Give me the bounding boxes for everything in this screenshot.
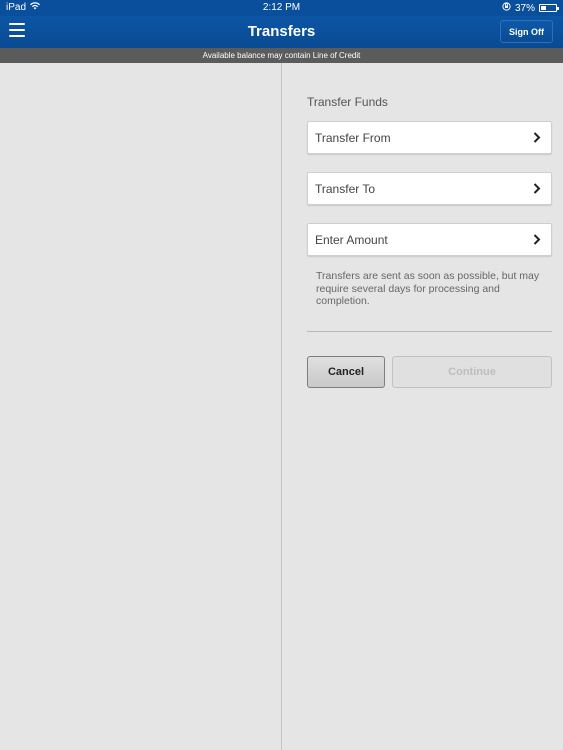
- transfer-to-row[interactable]: Transfer To: [307, 172, 552, 205]
- transfer-from-row[interactable]: Transfer From: [307, 121, 552, 154]
- section-title: Transfer Funds: [307, 95, 388, 109]
- enter-amount-row[interactable]: Enter Amount: [307, 223, 552, 256]
- sign-off-button[interactable]: Sign Off: [500, 20, 553, 43]
- transfer-from-label: Transfer From: [315, 130, 391, 145]
- page-title: Transfers: [247, 23, 316, 40]
- divider: [307, 331, 552, 332]
- transfer-note: Transfers are sent as soon as possible, …: [316, 270, 540, 307]
- continue-button[interactable]: Continue: [392, 356, 552, 388]
- info-banner: Available balance may contain Line of Cr…: [0, 48, 563, 63]
- transfer-panel: Transfer Funds Transfer From Transfer To…: [283, 63, 563, 750]
- cancel-button[interactable]: Cancel: [307, 356, 385, 388]
- battery-icon: [539, 4, 559, 12]
- orientation-lock-icon: [502, 2, 511, 14]
- status-right: 37%: [502, 2, 559, 14]
- chevron-right-icon: [529, 130, 545, 146]
- chevron-right-icon: [529, 181, 545, 197]
- left-panel: [0, 63, 282, 750]
- chevron-right-icon: [529, 232, 545, 248]
- enter-amount-label: Enter Amount: [315, 232, 388, 247]
- transfer-to-label: Transfer To: [315, 181, 376, 196]
- status-time: 2:12 PM: [262, 2, 301, 13]
- nav-bar: Transfers Sign Off: [0, 16, 563, 48]
- status-bar: iPad 2:12 PM 37%: [0, 0, 563, 16]
- battery-percent: 37%: [514, 2, 535, 14]
